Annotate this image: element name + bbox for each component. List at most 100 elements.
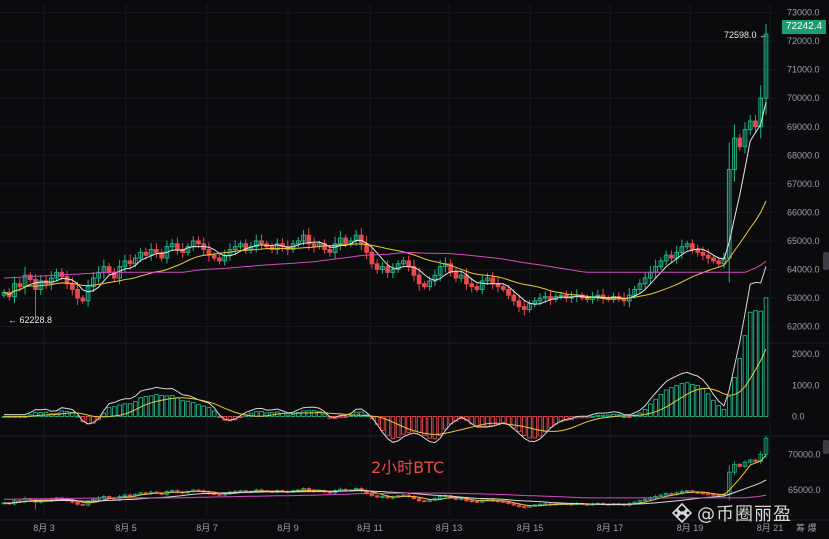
candle-down <box>69 283 75 290</box>
hist-bar-up <box>201 405 206 417</box>
hist-bar-up <box>211 410 217 417</box>
watermark-text: @币圈丽盈 <box>697 504 792 525</box>
hist-bar-down <box>511 415 517 429</box>
hist-tick-label: 2000.0 <box>792 349 820 359</box>
candle-down <box>17 283 23 288</box>
lower-candle-down <box>127 494 133 497</box>
ma-fast-line <box>3 101 767 305</box>
price-tick-label: 70000.0 <box>787 93 820 103</box>
hist-bar-down <box>401 415 406 435</box>
candle-down <box>669 254 674 259</box>
price-tick-label: 72000.0 <box>787 36 820 46</box>
hist-bar-down <box>542 415 548 433</box>
lower-candle-down <box>422 500 427 503</box>
candle-down <box>311 243 317 248</box>
hist-bar-down <box>532 415 538 439</box>
price-tick-label: 67000.0 <box>787 179 820 189</box>
lower-candle-down <box>700 492 706 495</box>
hist-bar-up <box>658 394 664 417</box>
hist-signal-line-2 <box>4 348 767 436</box>
price-tick-label: 71000.0 <box>787 65 820 75</box>
candle-down <box>211 254 217 259</box>
candle-down <box>453 271 459 279</box>
hist-bar-up <box>43 411 49 417</box>
hist-bar-up <box>700 388 706 417</box>
hist-bar-up <box>742 335 748 417</box>
candle-down <box>506 288 511 296</box>
lower-candle-down <box>737 463 742 467</box>
last-price-tag: 72242.4 <box>782 20 826 34</box>
x-tick-label: 8月 15 <box>517 523 544 533</box>
candle-down <box>27 274 33 280</box>
hist-bar-down <box>411 415 417 432</box>
candle-down <box>259 240 264 245</box>
hist-bar-up <box>600 414 606 417</box>
lower-candle-down <box>716 494 721 497</box>
lower-candle-down <box>511 503 516 506</box>
hist-bar-down <box>432 415 438 440</box>
hist-tick-label: 1000.0 <box>792 380 820 390</box>
hist-bar-up <box>642 408 648 417</box>
lower-candle-down <box>217 493 222 496</box>
price-tick-label: 65000.0 <box>787 236 820 246</box>
hist-bar-up <box>732 376 737 417</box>
candle-down <box>196 240 201 245</box>
hist-bar-up <box>648 403 653 417</box>
lower-candle-down <box>711 493 716 496</box>
lower-candle-down <box>469 500 474 503</box>
x-tick-label: 8月 9 <box>277 523 299 533</box>
candle-down <box>217 257 222 262</box>
price-tick-label: 69000.0 <box>787 122 820 132</box>
hist-bar-down <box>490 415 496 427</box>
hist-bar-up <box>595 414 601 417</box>
x-tick-label: 8月 3 <box>33 523 55 533</box>
hist-bar-up <box>185 400 191 417</box>
ma-slow-line <box>3 251 767 279</box>
candle-down <box>474 286 480 290</box>
hist-bar-down <box>474 415 480 427</box>
candle-down <box>700 251 706 256</box>
candle-down <box>516 300 522 308</box>
hist-bar-up <box>726 396 732 417</box>
candle-down <box>154 249 159 253</box>
candle-down <box>521 306 527 310</box>
hist-bar-up <box>322 413 327 417</box>
lower-candle-down <box>669 493 674 495</box>
price-tick-label: 63000.0 <box>787 293 820 303</box>
hist-bar-up <box>106 407 112 417</box>
candle-down <box>385 266 390 273</box>
lower-axis-scroll-handle[interactable] <box>823 440 829 454</box>
candle-down <box>369 251 375 265</box>
candle-down <box>106 266 112 273</box>
hist-bar-down <box>416 415 422 433</box>
hist-bar-down <box>343 415 348 418</box>
candle-down <box>359 234 364 245</box>
lower-tick-label: 70000.0 <box>788 449 821 459</box>
interval-label: 2小时BTC <box>371 458 445 477</box>
candle-down <box>175 243 180 251</box>
hist-bar-down <box>395 415 401 438</box>
hist-bar-up <box>690 383 695 417</box>
x-tick-label: 8月 17 <box>597 523 624 533</box>
price-axis-scroll-handle[interactable] <box>823 252 829 270</box>
hist-bar-down <box>406 415 411 433</box>
hist-bar-up <box>154 394 159 417</box>
lower-candle-down <box>196 489 201 492</box>
candle-down <box>753 120 758 128</box>
exchange-logo-icon <box>671 502 693 524</box>
lower-candle-down <box>80 503 86 506</box>
hist-bar-down <box>548 415 553 428</box>
x-tick-label: 8月 7 <box>196 523 218 533</box>
hist-bar-up <box>180 400 185 417</box>
hist-bar-up <box>621 415 627 418</box>
hist-bar-up <box>747 311 753 417</box>
axis-corner-icons: 筹 爆 <box>796 522 817 533</box>
lower-candle-down <box>753 459 758 462</box>
x-tick-label: 8月 5 <box>115 523 137 533</box>
hist-bar-up <box>663 389 669 417</box>
lower-tick-label: 65000.0 <box>788 485 821 495</box>
hist-bar-up <box>653 398 658 417</box>
lower-candle-down <box>506 501 511 504</box>
candle-down <box>374 263 380 270</box>
hist-bar-up <box>763 297 769 417</box>
